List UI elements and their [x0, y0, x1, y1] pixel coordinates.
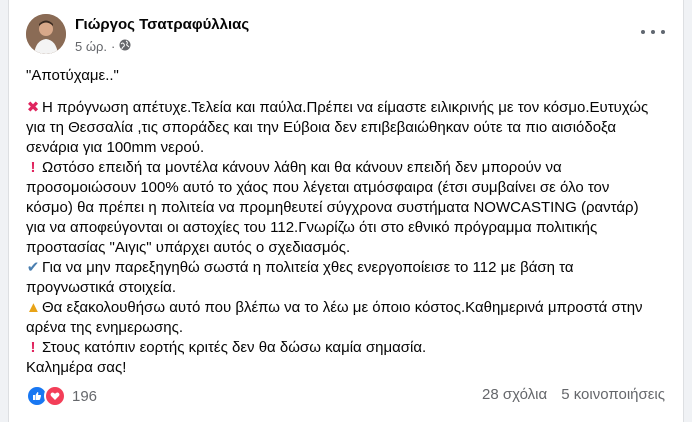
globe-icon: [119, 39, 131, 54]
check-mark-icon: ✔: [26, 259, 40, 276]
post-stats: 28 σχόλια 5 κοινοποιήσεις: [482, 386, 665, 403]
comments-count[interactable]: 28 σχόλια: [482, 386, 547, 403]
post-line: ! Ωστόσο επειδή τα μοντέλα κάνουν λάθη κα…: [26, 158, 671, 178]
post-line: Καλημέρα σας!: [26, 359, 127, 376]
separator-dot: ·: [111, 39, 116, 54]
shares-count[interactable]: 5 κοινοποιήσεις: [561, 386, 665, 403]
exclamation-icon: !: [30, 159, 36, 176]
post-line: για τη Θεσσαλία ,τις σποράδες και την Εύ…: [26, 119, 617, 136]
avatar[interactable]: [26, 14, 66, 54]
author-name[interactable]: Γιώργος Τσατραφύλλιας: [75, 16, 249, 33]
reactions-count[interactable]: 196: [72, 388, 97, 405]
post-line: προσομοιώσουν 100% αυτό το χάος που λέγε…: [26, 179, 610, 196]
post-time[interactable]: 5 ώρ.: [75, 39, 107, 54]
post-line: ▲Θα εξακολουθήσω αυτό που βλέπω να το λέ…: [26, 299, 643, 316]
post-line: προστασίας "Αιγις" υπάρχει αυτός ο σχεδι…: [26, 239, 351, 256]
more-options-icon[interactable]: [641, 24, 665, 40]
exclamation-icon: !: [30, 339, 36, 356]
post-line: ! Στους κατόπιν εορτής κριτές δεν θα δώσω…: [26, 338, 671, 358]
post-meta: 5 ώρ. ·: [75, 39, 131, 54]
post-line: κόσμο) θα πρέπει η πολιτεία να προμηθευτ…: [26, 199, 639, 216]
post-line: για να αποφεύγονται οι αστοχίες του 112.…: [26, 219, 598, 236]
praying-hands-icon: ▲: [26, 299, 41, 316]
post-line: σενάρια για 100mm νερού.: [26, 139, 205, 156]
post-line: ✖ Η πρόγνωση απέτυχε.Τελεία και παύλα.Πρέ…: [26, 99, 649, 116]
cross-mark-icon: ✖: [26, 99, 40, 116]
reactions-summary[interactable]: 196: [26, 385, 97, 407]
love-reaction-icon: [44, 385, 66, 407]
post-card: Γιώργος Τσατραφύλλιας 5 ώρ. · "Αποτύχαμε…: [8, 0, 684, 422]
post-quote: "Αποτύχαμε..": [26, 67, 119, 84]
post-line: αρένα της ενημερωσης.: [26, 319, 183, 336]
post-line: προγνωστικά στοιχεία.: [26, 279, 176, 296]
post-line: ✔ Για να μην παρεξηγηθώ σωστά η πολιτεία …: [26, 259, 574, 276]
post-body: "Αποτύχαμε.." ✖ Η πρόγνωση απέτυχε.Τελεία…: [26, 66, 671, 378]
